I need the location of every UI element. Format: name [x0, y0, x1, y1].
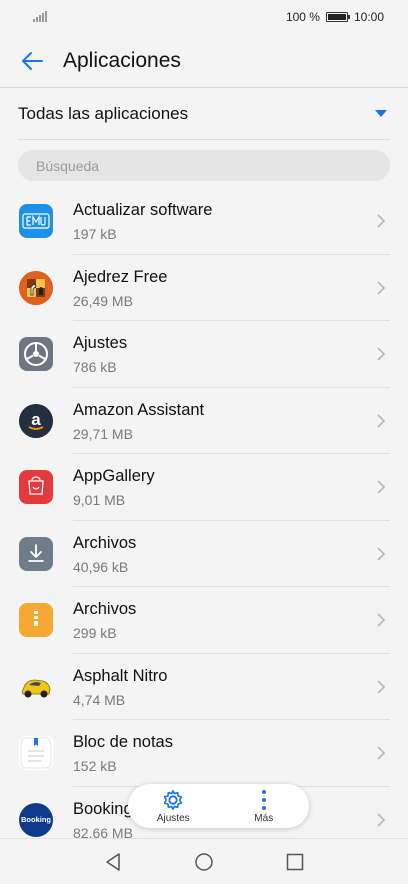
- list-item[interactable]: Asphalt Nitro 4,74 MB: [0, 654, 408, 720]
- list-item[interactable]: Archivos 299 kB: [0, 587, 408, 654]
- app-name: Ajustes: [73, 334, 128, 352]
- signal-icon: [33, 11, 47, 22]
- appgallery-icon: [19, 470, 53, 504]
- list-item[interactable]: a Amazon Assistant 29,71 MB: [0, 388, 408, 454]
- notepad-icon: [19, 736, 53, 770]
- app-list: Actualizar software 197 kB Ajedrez Free …: [0, 188, 408, 853]
- app-size: 9,01 MB: [73, 492, 126, 508]
- app-name: Archivos: [73, 533, 137, 552]
- back-triangle-icon[interactable]: [104, 852, 124, 872]
- app-name: Amazon Assistant: [73, 400, 205, 419]
- chevron-right-icon: [377, 480, 386, 494]
- floating-toolbar: Ajustes Más: [128, 784, 309, 828]
- clock: 10:00: [353, 10, 384, 24]
- navigation-bar: [0, 838, 408, 884]
- chevron-right-icon: [377, 613, 386, 627]
- app-name: Ajedrez Free: [73, 267, 168, 286]
- booking-icon: Booking: [19, 802, 53, 837]
- gear-icon: [164, 789, 183, 810]
- emui-update-icon: [19, 204, 53, 238]
- chevron-right-icon: [377, 746, 386, 760]
- settings-label: Ajustes: [156, 812, 190, 824]
- chevron-right-icon: [377, 812, 386, 827]
- app-size: 786 kB: [73, 359, 117, 375]
- app-size: 29,71 MB: [73, 425, 133, 442]
- list-item[interactable]: Bloc de notas 152 kB: [0, 720, 408, 787]
- list-item[interactable]: AppGallery 9,01 MB: [0, 454, 408, 521]
- filter-label: Todas las aplicaciones: [18, 103, 189, 123]
- chess-icon: [19, 270, 53, 305]
- app-size: 40,96 kB: [73, 558, 129, 575]
- app-name: Asphalt Nitro: [73, 666, 168, 685]
- amazon-icon: a: [19, 403, 53, 438]
- arrow-left-icon: [22, 51, 43, 70]
- app-name: Bloc de notas: [73, 733, 173, 751]
- car-icon: [19, 670, 53, 704]
- download-archive-icon: [19, 536, 53, 571]
- app-size: 26,49 MB: [73, 292, 133, 309]
- booking-logo-text: Booking: [21, 815, 51, 824]
- app-name: AppGallery: [73, 467, 155, 485]
- more-vertical-icon: [261, 789, 266, 810]
- battery-icon: [325, 12, 350, 22]
- status-right: 100 % 10:00: [286, 10, 384, 24]
- chevron-right-icon: [377, 214, 386, 228]
- chevron-right-icon: [377, 546, 386, 561]
- settings-button[interactable]: Ajustes: [138, 789, 208, 824]
- settings-app-icon: [19, 337, 53, 371]
- list-item[interactable]: Archivos 40,96 kB: [0, 521, 408, 587]
- home-circle-icon[interactable]: [194, 852, 214, 872]
- app-size: 4,74 MB: [73, 691, 126, 708]
- app-size: 152 kB: [73, 758, 117, 774]
- chevron-right-icon: [377, 413, 386, 428]
- svg-text:a: a: [31, 410, 41, 429]
- back-button[interactable]: [17, 46, 47, 76]
- recents-square-icon[interactable]: [285, 852, 305, 872]
- app-name: Archivos: [73, 600, 137, 618]
- files-icon: [19, 603, 53, 637]
- app-name: Actualizar software: [73, 201, 213, 219]
- status-bar: 100 % 10:00: [0, 0, 408, 34]
- app-header: Aplicaciones: [0, 34, 408, 88]
- list-item[interactable]: Ajustes 786 kB: [0, 321, 408, 388]
- app-filter-dropdown[interactable]: Todas las aplicaciones: [18, 88, 390, 140]
- chevron-right-icon: [377, 679, 386, 694]
- display-notch: [122, 0, 286, 34]
- list-item[interactable]: Ajedrez Free 26,49 MB: [0, 255, 408, 321]
- chevron-right-icon: [377, 347, 386, 361]
- page-title: Aplicaciones: [63, 48, 181, 72]
- more-label: Más: [254, 812, 274, 824]
- app-size: 197 kB: [73, 226, 117, 242]
- more-button[interactable]: Más: [229, 789, 299, 824]
- list-item[interactable]: Actualizar software 197 kB: [0, 188, 408, 255]
- battery-percent: 100 %: [285, 10, 320, 24]
- chevron-right-icon: [377, 280, 386, 295]
- app-size: 299 kB: [73, 625, 117, 641]
- caret-down-icon: [375, 110, 387, 117]
- search-input[interactable]: [18, 150, 390, 181]
